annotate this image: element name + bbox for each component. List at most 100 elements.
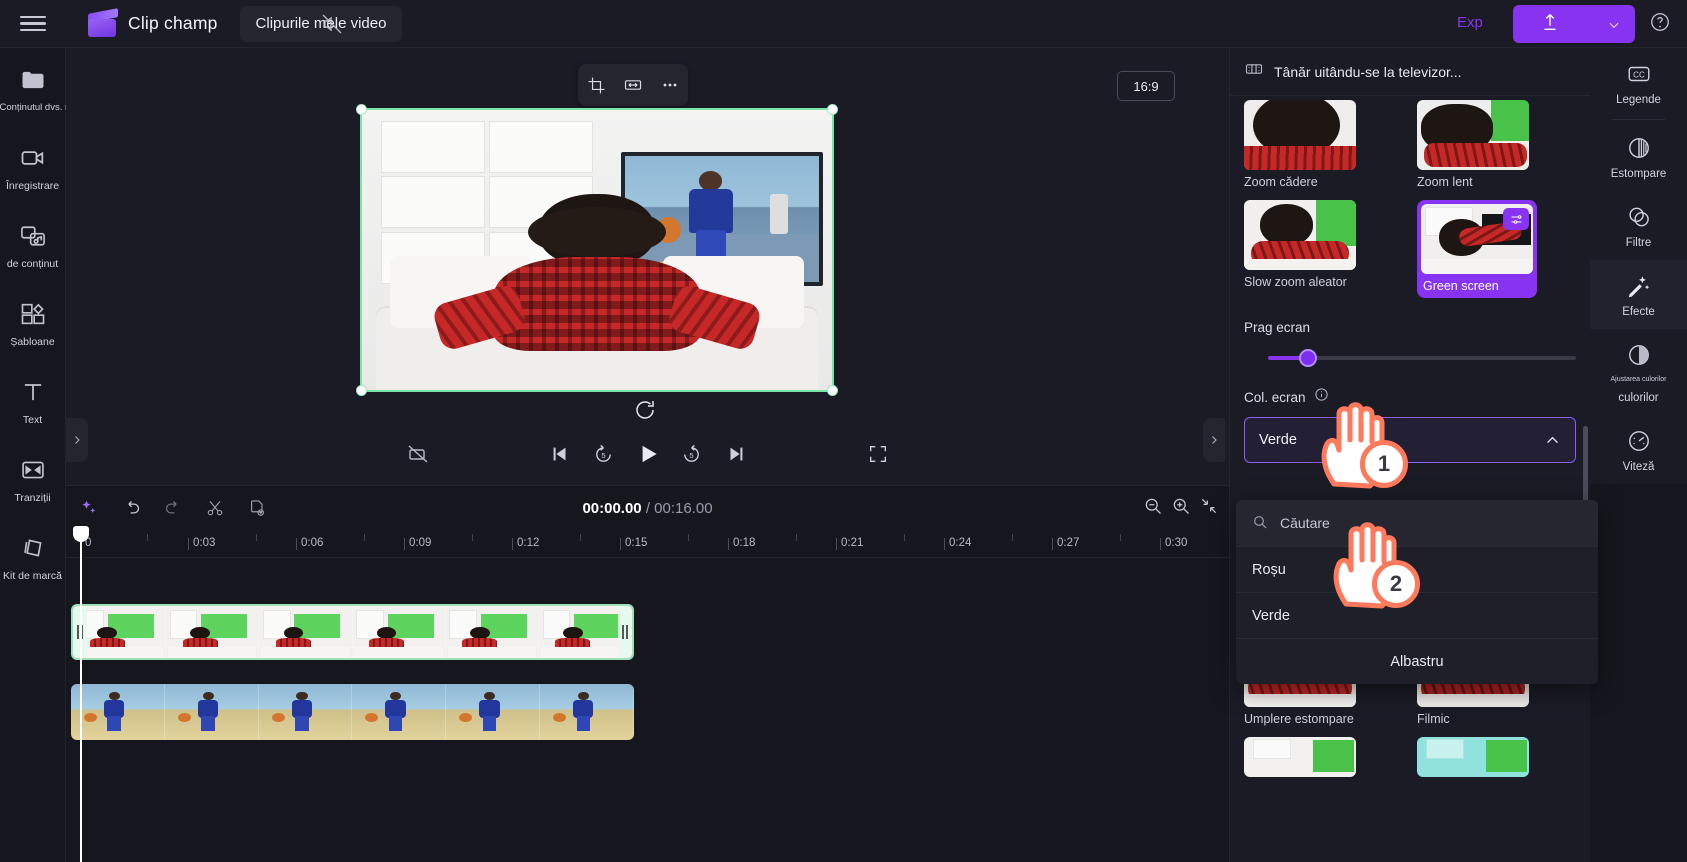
export-chevron-down-icon[interactable]: [1607, 18, 1621, 37]
effect-label: Slow zoom aleator: [1244, 275, 1347, 289]
effect-thumbnail: [1244, 100, 1356, 170]
rail-item-viteza[interactable]: Viteză: [1590, 415, 1687, 484]
content-library-icon: [19, 220, 47, 252]
sidebar-item-media[interactable]: Conținutul dvs. media: [0, 64, 91, 134]
effect-card-zoom-cadere[interactable]: Zoom cădere: [1244, 100, 1403, 190]
slider-handle[interactable]: [1299, 349, 1317, 367]
expand-left-panel-button[interactable]: [66, 418, 88, 462]
mute-slash-icon[interactable]: [396, 432, 440, 476]
rail-item-ajustarea-culorilor[interactable]: Ajustarea culorilor culorilor: [1590, 329, 1687, 415]
rail-item-label: Filtre: [1625, 237, 1652, 249]
resize-handle-bottom-right[interactable]: [827, 385, 838, 396]
effect-label: Zoom lent: [1417, 175, 1473, 189]
rail-item-filtre[interactable]: Filtre: [1590, 191, 1687, 260]
export-button[interactable]: [1513, 5, 1635, 43]
forward-5-icon[interactable]: 5: [670, 432, 714, 476]
rail-item-legende[interactable]: CC Legende: [1590, 48, 1687, 117]
ruler-label: 0:15: [625, 537, 648, 549]
ruler-label: 0:27: [1057, 537, 1080, 549]
fit-icon[interactable]: [618, 70, 648, 100]
dropdown-value: Verde: [1259, 432, 1297, 448]
rail-item-label: culorilor: [1618, 392, 1659, 404]
total-time: 00:16.00: [654, 499, 713, 517]
table-row[interactable]: [71, 604, 634, 660]
right-tool-rail: CC Legende Estompare Filtre Efecte Ajust…: [1590, 48, 1687, 862]
rail-item-estompare[interactable]: Estompare: [1590, 122, 1687, 191]
play-button[interactable]: [626, 432, 670, 476]
effect-thumbnail: [1244, 200, 1356, 270]
mute-icon[interactable]: [320, 12, 344, 36]
video-preview: [362, 110, 832, 390]
effect-card-extra-2[interactable]: [1417, 737, 1576, 777]
screen-color-label: Col. ecran: [1244, 389, 1306, 405]
skip-previous-icon[interactable]: [538, 432, 582, 476]
fit-timeline-button[interactable]: [1199, 496, 1219, 521]
fullscreen-icon[interactable]: [856, 432, 900, 476]
selected-clip-frame[interactable]: [356, 104, 838, 396]
rewind-5-icon[interactable]: 5: [582, 432, 626, 476]
collapse-right-panel-button[interactable]: [1203, 418, 1225, 462]
timeline: 00:00.00 / 00:16.00 0 0:03 0:06 0:09 0:1…: [66, 485, 1229, 862]
brand-kit-icon: [19, 532, 47, 564]
dropdown-option-label: Verde: [1252, 607, 1290, 624]
effect-card-green-screen[interactable]: Green screen: [1417, 200, 1537, 298]
closed-captions-icon: CC: [1626, 60, 1652, 88]
sidebar-item-brand-kit-label: Kit de marcă: [3, 570, 62, 582]
sliders-icon[interactable]: [1503, 208, 1529, 230]
sidebar-item-content-library-label: de conținut: [6, 258, 59, 270]
zoom-in-button[interactable]: [1171, 496, 1191, 521]
help-circle-icon[interactable]: [1649, 11, 1671, 38]
resize-handle-top-left[interactable]: [356, 104, 367, 115]
annotation-cursor-2: 2: [1320, 512, 1420, 617]
time-separator: /: [645, 499, 650, 517]
ruler-label: 0:09: [409, 537, 432, 549]
divider: [1612, 119, 1665, 120]
annotation-cursor-1: 1: [1308, 392, 1408, 497]
hamburger-menu-button[interactable]: [0, 0, 66, 48]
sidebar-item-media-label: Conținutul dvs. media: [0, 102, 91, 113]
screen-color-row: Col. ecran: [1244, 387, 1576, 407]
dropdown-option-label: Roșu: [1252, 561, 1286, 578]
crop-icon[interactable]: [581, 70, 611, 100]
brand[interactable]: Clip champ: [88, 7, 218, 37]
dropdown-option-albastru[interactable]: Albastru: [1236, 638, 1598, 684]
search-input[interactable]: Căutare: [1236, 500, 1598, 546]
ruler-label: 0:18: [733, 537, 756, 549]
clip-float-toolbar: [578, 64, 688, 106]
rail-item-efecte[interactable]: Efecte: [1590, 260, 1687, 329]
skip-next-icon[interactable]: [714, 432, 758, 476]
effect-card-slow-zoom-aleator[interactable]: Slow zoom aleator: [1244, 200, 1403, 298]
sidebar-item-content-library[interactable]: de conținut: [0, 220, 66, 290]
resize-handle-top-right[interactable]: [827, 104, 838, 115]
more-options-icon[interactable]: [655, 70, 685, 100]
video-camera-icon: [19, 142, 47, 174]
effect-card-zoom-lent[interactable]: Zoom lent: [1417, 100, 1576, 190]
chevron-up-icon[interactable]: [1544, 432, 1561, 454]
sidebar-item-record[interactable]: Înregistrare: [0, 142, 66, 212]
aspect-ratio-label: 16:9: [1133, 78, 1159, 94]
dropdown-option-label: Albastru: [1390, 653, 1444, 670]
dropdown-option-verde[interactable]: Verde: [1236, 592, 1598, 638]
threshold-slider[interactable]: [1244, 347, 1576, 369]
rotate-icon[interactable]: [633, 398, 657, 422]
zoom-out-button[interactable]: [1143, 496, 1163, 521]
ruler-label: 0:21: [841, 537, 864, 549]
clip-trim-handle-right[interactable]: [618, 606, 632, 658]
blur-icon: [1626, 134, 1652, 162]
aspect-ratio-button[interactable]: 16:9: [1117, 71, 1175, 101]
ruler-label: 0:24: [949, 537, 972, 549]
timeline-ruler[interactable]: 0 0:03 0:06 0:09 0:12 0:15 0:18 0:21 0:2…: [66, 530, 1229, 558]
sidebar-item-brand-kit[interactable]: Kit de marcă: [0, 532, 66, 602]
table-row[interactable]: [71, 684, 634, 740]
effect-card-extra-1[interactable]: [1244, 737, 1403, 777]
rail-item-label: Legende: [1616, 94, 1661, 106]
filters-icon: [1626, 203, 1652, 231]
transitions-icon: [19, 454, 47, 486]
sidebar-item-text[interactable]: Text: [0, 376, 66, 446]
sidebar-item-transitions-label: Tranziții: [14, 492, 51, 504]
sidebar-item-transitions[interactable]: Tranziții: [0, 454, 66, 524]
resize-handle-bottom-left[interactable]: [356, 385, 367, 396]
playhead[interactable]: [73, 526, 89, 862]
screen-color-dropdown[interactable]: Verde: [1244, 417, 1576, 463]
sidebar-item-templates[interactable]: Șabloane: [0, 298, 66, 368]
